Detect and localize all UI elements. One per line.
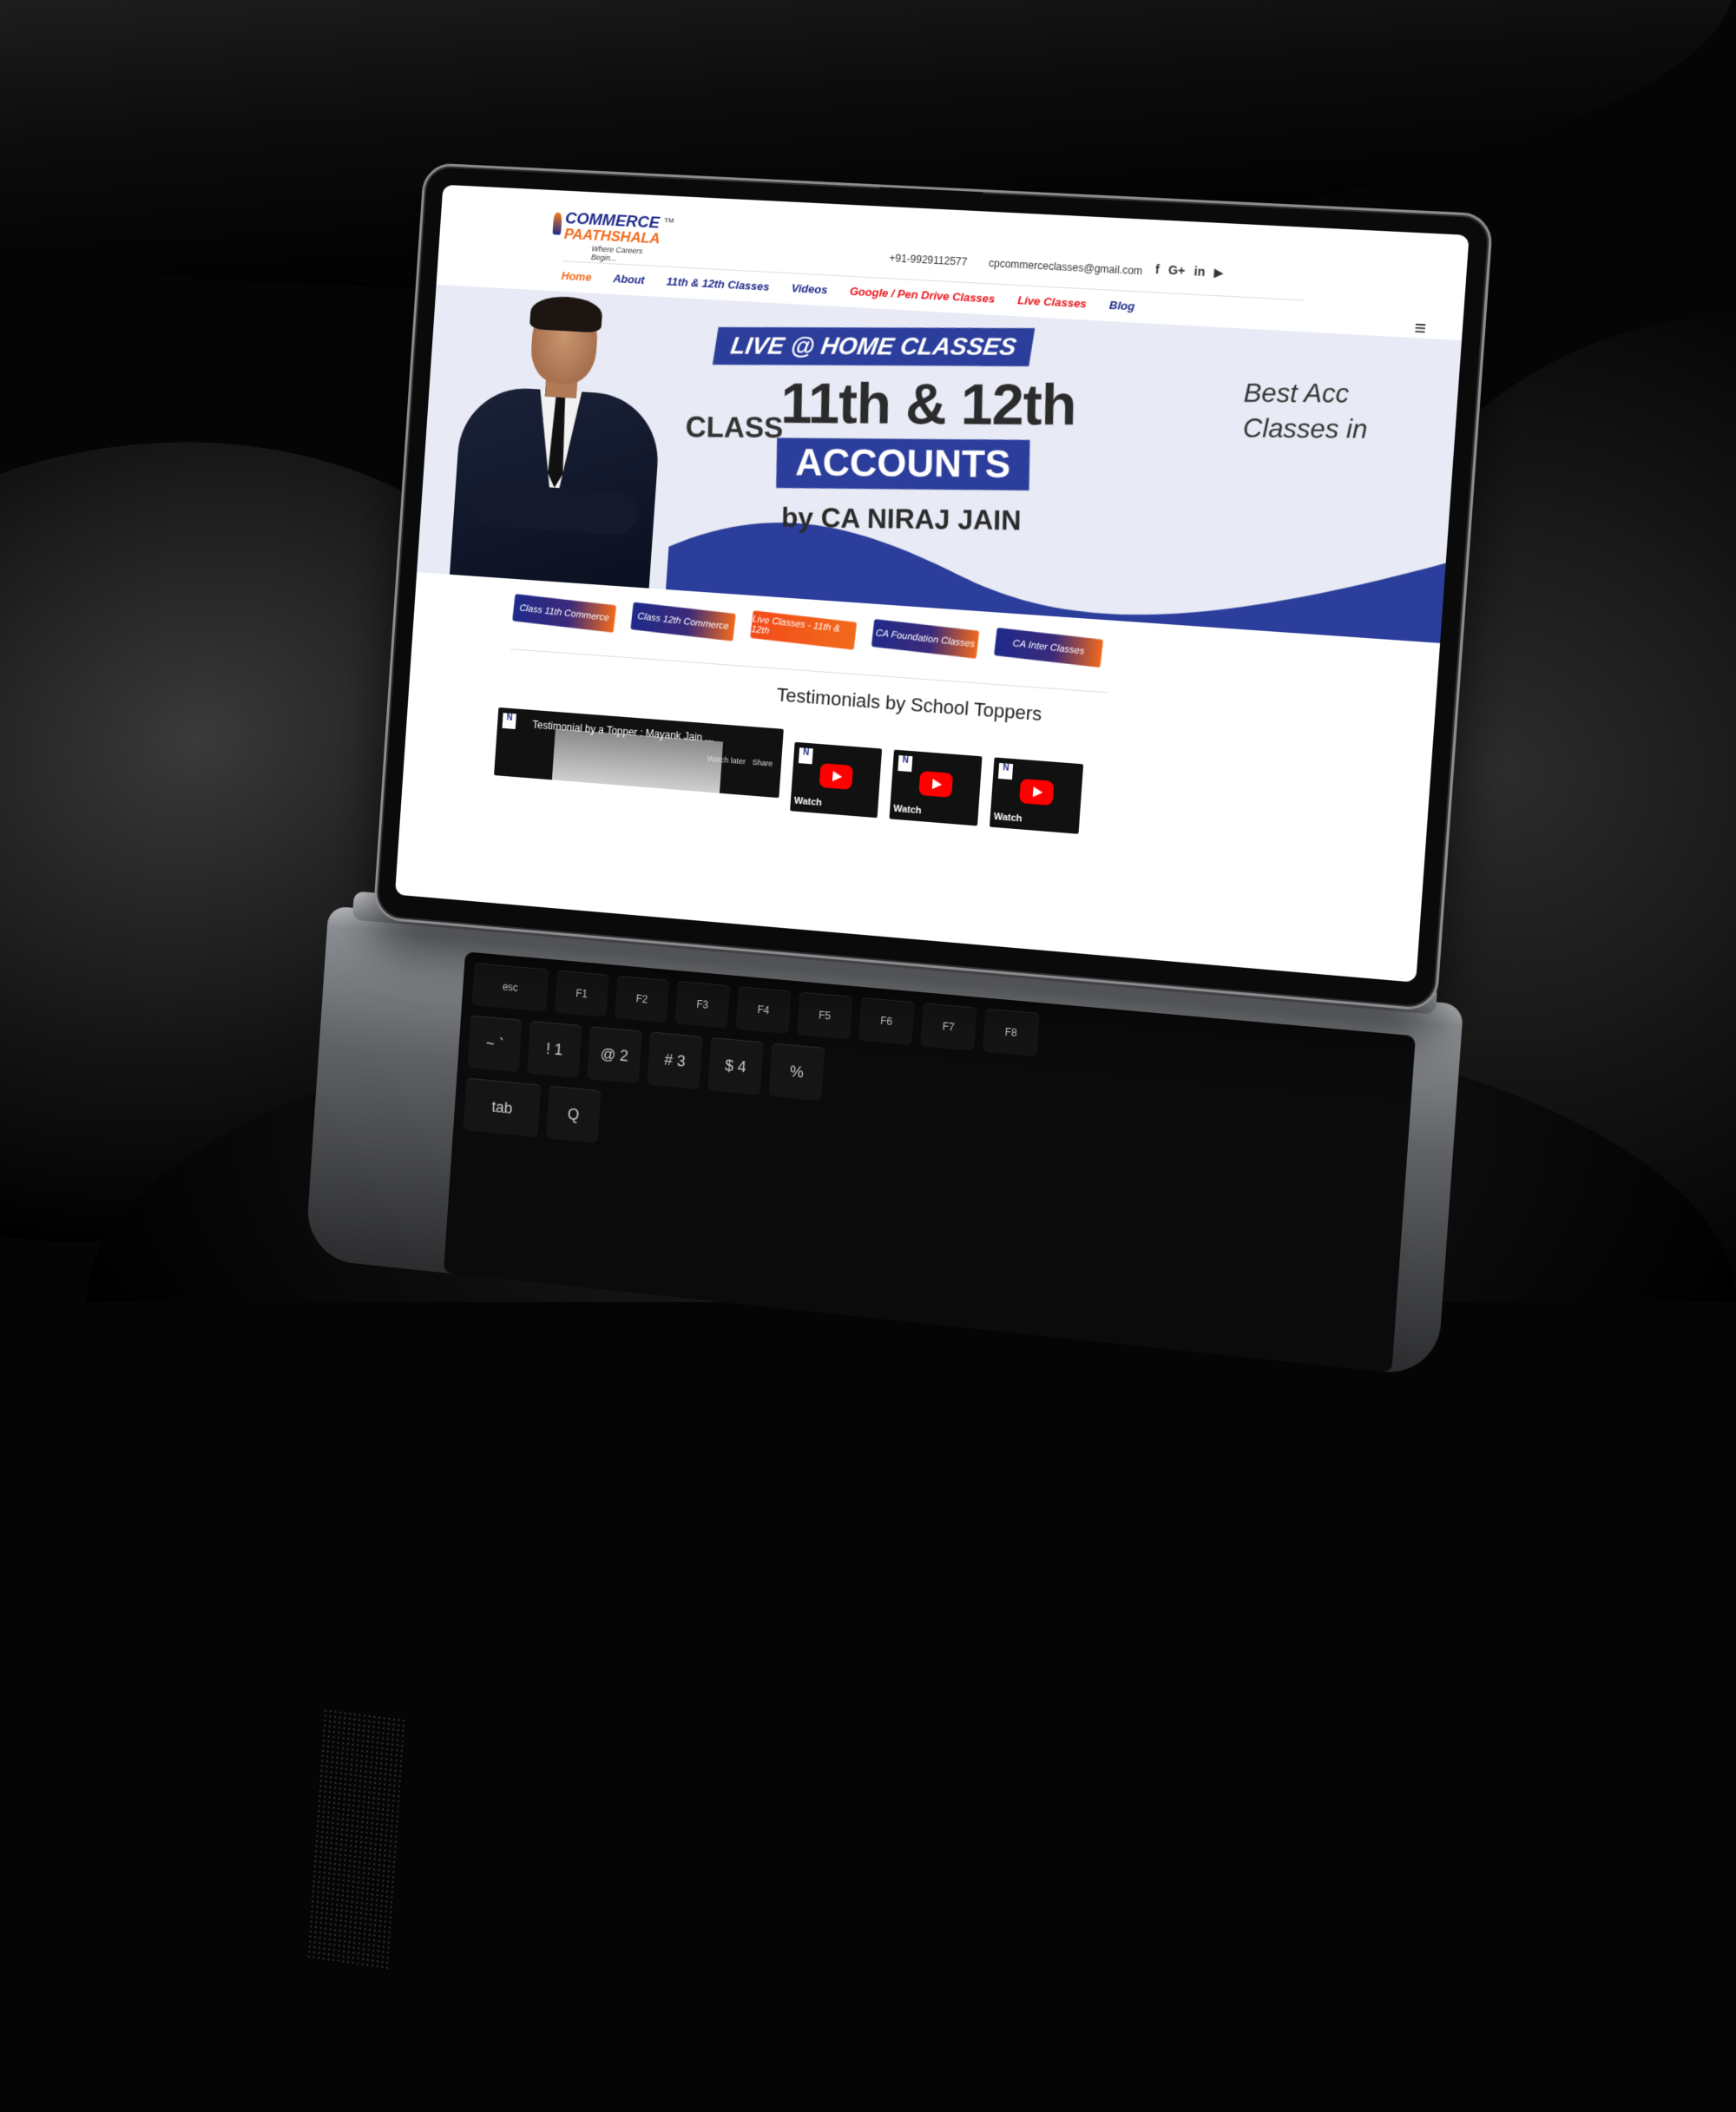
key[interactable]: F3	[674, 980, 731, 1029]
testimonial-videos: N Testimonial by a Topper : Mayank Jain …	[493, 707, 1084, 834]
key[interactable]: $ 4	[707, 1036, 764, 1095]
channel-logo-icon: N	[898, 755, 913, 773]
key[interactable]: @ 2	[586, 1026, 642, 1084]
video-thumb[interactable]: N Watch	[790, 741, 883, 819]
speaker-grille	[306, 1707, 405, 1971]
nav-item-classes[interactable]: 11th & 12th Classes	[666, 275, 770, 293]
nav-item-about[interactable]: About	[613, 272, 645, 286]
linkedin-icon[interactable]: in	[1194, 264, 1206, 280]
watch-label: Watch	[993, 811, 1023, 825]
youtube-play-icon[interactable]	[819, 763, 853, 790]
channel-logo-icon: N	[997, 762, 1014, 780]
key[interactable]: tab	[463, 1077, 542, 1138]
class-11-button[interactable]: Class 11th Commerce	[512, 594, 617, 633]
nav-item-videos[interactable]: Videos	[791, 281, 827, 296]
channel-logo-icon: N	[798, 747, 813, 765]
browser-viewport: COMMERCE PAATHSHALA Where Careers Begin.…	[394, 184, 1470, 983]
laptop-lid: COMMERCE PAATHSHALA Where Careers Begin.…	[372, 162, 1494, 1012]
class-12-button[interactable]: Class 12th Commerce	[630, 602, 736, 641]
featured-video[interactable]: N Testimonial by a Topper : Mayank Jain …	[494, 707, 784, 799]
watch-label: Watch	[793, 795, 823, 809]
hair-shape	[529, 294, 603, 333]
hamburger-menu-icon[interactable]: ≡	[1414, 317, 1427, 340]
laptop-mockup: esc F1 F2 F3 F4 F5 F6 F7 F8 ~ ` ! 1 @ 2 …	[305, 148, 1521, 1971]
key[interactable]: Q	[545, 1085, 602, 1144]
youtube-play-icon[interactable]	[1019, 778, 1055, 806]
key[interactable]: ~ `	[467, 1015, 523, 1073]
ca-foundation-button[interactable]: CA Foundation Classes	[871, 619, 980, 659]
site-logo[interactable]: COMMERCE PAATHSHALA Where Careers Begin.…	[552, 209, 674, 263]
facebook-icon[interactable]: f	[1154, 262, 1160, 277]
video-thumb[interactable]: N Watch	[889, 749, 983, 826]
nav-item-pendrive[interactable]: Google / Pen Drive Classes	[849, 285, 995, 306]
key[interactable]: esc	[471, 963, 549, 1012]
side-line-2: Classes in	[1242, 413, 1368, 444]
key[interactable]: F1	[554, 970, 609, 1017]
side-line-1: Best Acc	[1243, 378, 1350, 409]
hero-side-text: Best Acc Classes in	[1243, 376, 1369, 448]
key[interactable]: F6	[858, 997, 915, 1046]
instructor-byline: by CA NIRAJ JAIN	[780, 501, 1022, 536]
key[interactable]: F5	[796, 991, 853, 1040]
trademark-mark: TM	[663, 216, 674, 225]
grades-text: 11th & 12th	[779, 371, 1077, 438]
class-word: CLASS	[685, 411, 784, 444]
ca-inter-button[interactable]: CA Inter Classes	[994, 627, 1104, 668]
key[interactable]: %	[768, 1043, 825, 1102]
torch-icon	[552, 212, 562, 235]
google-plus-icon[interactable]: G+	[1167, 263, 1186, 279]
email-address[interactable]: cpcommerceclasses@gmail.com	[989, 257, 1143, 277]
youtube-play-icon[interactable]	[918, 770, 954, 798]
live-tag: LIVE @ HOME CLASSES	[712, 326, 1036, 366]
hero-headline: LIVE @ HOME CLASSES CLASS 11th & 12th AC…	[666, 299, 1169, 623]
video-thumb[interactable]: N Watch	[989, 757, 1084, 834]
phone-number[interactable]: +91-9929112577	[889, 252, 968, 268]
nav-item-live[interactable]: Live Classes	[1017, 293, 1087, 310]
live-classes-button[interactable]: Live Classes - 11th & 12th	[750, 610, 858, 650]
share-button[interactable]: Share	[752, 758, 773, 768]
key[interactable]: F8	[982, 1008, 1040, 1057]
nav-item-home[interactable]: Home	[561, 269, 592, 284]
key[interactable]: F4	[735, 986, 792, 1035]
watch-label: Watch	[892, 803, 923, 817]
subject-badge: ACCOUNTS	[776, 438, 1030, 491]
youtube-icon[interactable]: ▶	[1213, 265, 1224, 280]
hero-banner: LIVE @ HOME CLASSES CLASS 11th & 12th AC…	[417, 284, 1462, 643]
key[interactable]: ! 1	[527, 1020, 582, 1078]
nav-item-blog[interactable]: Blog	[1108, 299, 1134, 313]
social-links: f G+ in ▶	[1154, 262, 1224, 280]
key[interactable]: F7	[920, 1003, 977, 1051]
key[interactable]: # 3	[647, 1031, 703, 1090]
key[interactable]: F2	[614, 975, 670, 1023]
channel-logo-icon: N	[502, 713, 516, 729]
